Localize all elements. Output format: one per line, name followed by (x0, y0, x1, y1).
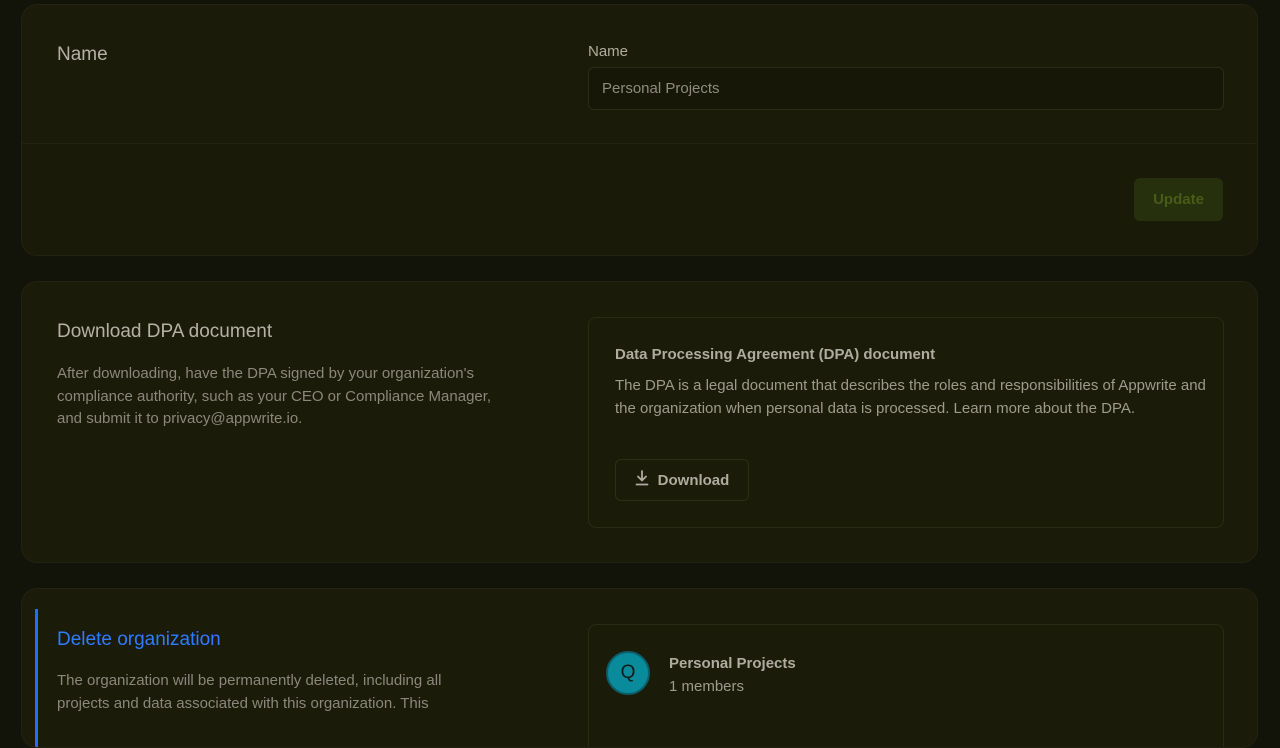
danger-accent-bar (35, 609, 38, 747)
org-name: Personal Projects (669, 655, 796, 672)
download-button[interactable]: Download (615, 459, 749, 501)
name-field-label: Name (588, 43, 629, 60)
org-members-count: 1 members (669, 678, 745, 695)
delete-description: The organization will be permanently del… (57, 672, 442, 712)
dpa-info-box: Data Processing Agreement (DPA) document… (588, 317, 1224, 528)
download-label: Download (657, 471, 730, 489)
delete-section-title: Delete organization (57, 629, 221, 650)
name-card: Name Name Update (21, 4, 1258, 256)
dpa-description: After downloading, have the DPA signed b… (57, 365, 492, 427)
org-summary-box: Q Personal Projects 1 members (588, 624, 1224, 747)
name-input[interactable] (588, 67, 1224, 110)
dpa-card: Download DPA document After downloading,… (21, 281, 1258, 563)
name-section-title: Name (57, 44, 108, 65)
dpa-section-title: Download DPA document (57, 321, 273, 342)
download-icon (635, 470, 649, 490)
update-button[interactable]: Update (1134, 178, 1223, 221)
name-card-footer (22, 143, 1257, 255)
delete-card: Delete organization The organization wil… (21, 588, 1258, 748)
dpa-box-text: The DPA is a legal document that describ… (615, 377, 1206, 417)
dpa-box-title: Data Processing Agreement (DPA) document (615, 346, 936, 363)
avatar: Q (606, 651, 650, 695)
